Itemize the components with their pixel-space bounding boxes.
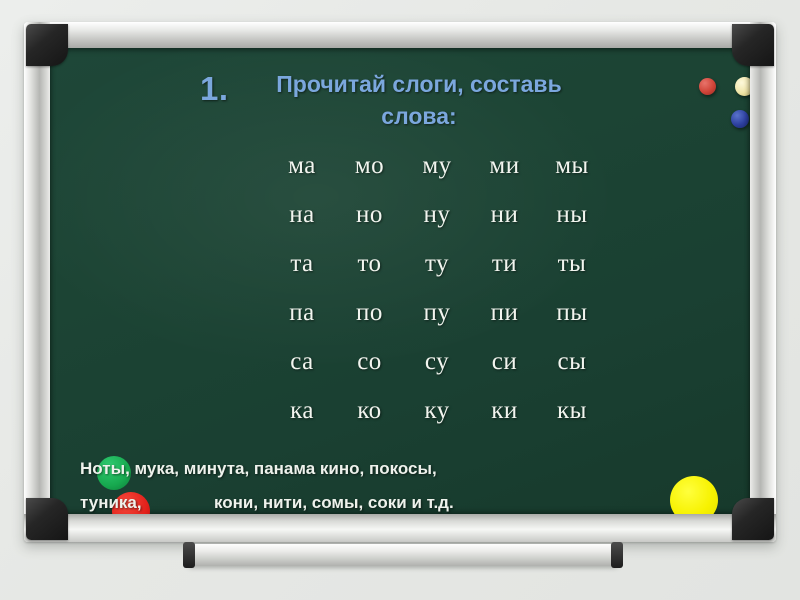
syllable-cell: ко	[357, 397, 382, 424]
frame-right-rail	[750, 22, 776, 542]
syllable-row: ма мо му ми мы	[272, 152, 602, 180]
syllable-cell: на	[289, 201, 315, 228]
syllable-row: ка ко ку ки кы	[272, 397, 602, 425]
syllable-cell: кы	[557, 397, 587, 424]
corner-cap-top-left	[26, 24, 68, 66]
blue-magnet	[731, 110, 749, 128]
syllable-cell: пы	[556, 299, 588, 326]
syllable-row: та то ту ти ты	[272, 250, 602, 278]
word-list-line-2-right: кони, нити, сомы, соки и т.д.	[214, 493, 454, 512]
syllable-cell: мо	[354, 152, 385, 179]
syllable-cell: ми	[489, 152, 520, 179]
syllable-cell: ти	[491, 250, 518, 277]
title-line-1: Прочитай слоги, составь	[276, 71, 562, 97]
syllable-cell: са	[290, 348, 314, 375]
cream-magnet	[735, 77, 750, 96]
slide-canvas: 1. Прочитай слоги, составь слова: ма мо …	[0, 0, 800, 600]
syllable-cell: ны	[556, 201, 588, 228]
page-title: 1. Прочитай слоги, составь слова:	[80, 68, 720, 132]
syllable-row: на но ну ни ны	[272, 201, 602, 229]
syllable-row: са со су си сы	[272, 348, 602, 376]
yellow-dot	[670, 476, 718, 514]
syllable-grid: ма мо му ми мы на но ну ни ны та то ту т…	[272, 152, 602, 446]
corner-cap-bottom-left	[26, 498, 68, 540]
syllable-cell: но	[356, 201, 383, 228]
syllable-cell: ка	[290, 397, 314, 424]
syllable-cell: то	[357, 250, 382, 277]
syllable-cell: мы	[555, 152, 589, 179]
frame-left-rail	[24, 22, 50, 542]
syllable-cell: му	[422, 152, 452, 179]
syllable-row: па по пу пи пы	[272, 299, 602, 327]
syllable-cell: ку	[424, 397, 450, 424]
syllable-cell: си	[491, 348, 518, 375]
title-line-2: слова:	[381, 103, 457, 129]
corner-cap-top-right	[732, 24, 774, 66]
task-number: 1.	[200, 70, 229, 107]
syllable-cell: пи	[490, 299, 519, 326]
syllable-cell: ну	[423, 201, 451, 228]
syllable-cell: па	[289, 299, 315, 326]
corner-cap-bottom-right	[732, 498, 774, 540]
syllable-cell: по	[356, 299, 383, 326]
word-list-line-1: Ноты, мука, минута, панама кино, покосы,	[80, 459, 437, 478]
syllable-cell: су	[424, 348, 450, 375]
word-list-line-2-left: туника,	[80, 493, 142, 512]
chalk-tray-cap-right	[611, 542, 623, 568]
chalk-tray-cap-left	[183, 542, 195, 568]
syllable-cell: сы	[557, 348, 587, 375]
syllable-cell: ни	[490, 201, 519, 228]
syllable-cell: со	[357, 348, 382, 375]
chalkboard-assembly: 1. Прочитай слоги, составь слова: ма мо …	[24, 22, 776, 542]
chalk-tray	[183, 542, 623, 568]
syllable-cell: ма	[288, 152, 316, 179]
syllable-cell: ки	[491, 397, 518, 424]
syllable-cell: пу	[423, 299, 451, 326]
syllable-cell: ты	[557, 250, 587, 277]
chalkboard-surface: 1. Прочитай слоги, составь слова: ма мо …	[50, 48, 750, 514]
syllable-cell: та	[290, 250, 314, 277]
syllable-cell: ту	[424, 250, 450, 277]
